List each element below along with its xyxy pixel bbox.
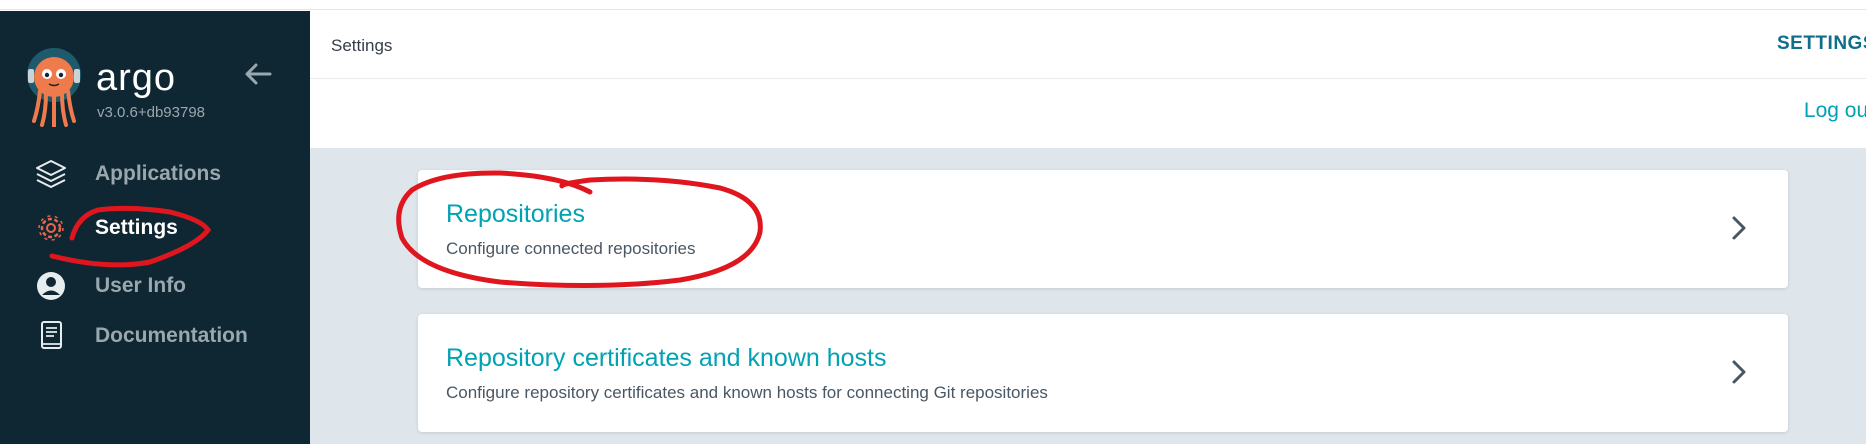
chevron-right-icon	[1732, 216, 1746, 240]
topbar-settings-label: SETTINGS	[1776, 33, 1866, 54]
collapse-arrow-icon[interactable]	[242, 61, 274, 87]
card-description: Configure connected repositories	[446, 239, 696, 258]
card-description: Configure repository certificates and kn…	[446, 383, 1048, 402]
sidebar-item-label: Applications	[95, 162, 222, 185]
layers-icon	[36, 160, 66, 188]
sidebar-item-applications[interactable]: Applications	[0, 152, 310, 196]
sidebar-item-user-info[interactable]: User Info	[0, 264, 310, 308]
app-version: v3.0.6+db93798	[97, 104, 206, 121]
card-title: Repositories	[446, 200, 585, 228]
top-border	[0, 0, 1866, 10]
repository-certificates-card[interactable]: Repository certificates and known hosts …	[418, 314, 1788, 432]
book-icon	[41, 321, 62, 349]
gear-icon	[38, 215, 64, 241]
sidebar-item-label: User Info	[95, 274, 187, 297]
sub-bar: Log out	[310, 79, 1866, 148]
logout-link[interactable]: Log out	[1804, 99, 1866, 123]
chevron-right-icon	[1732, 360, 1746, 384]
card-title: Repository certificates and known hosts	[446, 344, 887, 372]
argo-octopus-logo	[27, 48, 81, 127]
sidebar: argo v3.0.6+db93798 Applications Setting…	[0, 11, 310, 444]
sidebar-item-settings[interactable]: Settings	[0, 206, 310, 250]
user-circle-icon	[37, 272, 65, 300]
sidebar-item-documentation[interactable]: Documentation	[0, 314, 310, 358]
page-title: Settings	[331, 36, 393, 55]
brand-name: argo	[96, 57, 177, 99]
top-bar: Settings SETTINGS	[310, 11, 1866, 79]
settings-content: Repositories Configure connected reposit…	[310, 148, 1866, 444]
sidebar-item-label: Documentation	[95, 324, 248, 347]
sidebar-item-label: Settings	[95, 216, 178, 239]
repositories-card[interactable]: Repositories Configure connected reposit…	[418, 170, 1788, 288]
